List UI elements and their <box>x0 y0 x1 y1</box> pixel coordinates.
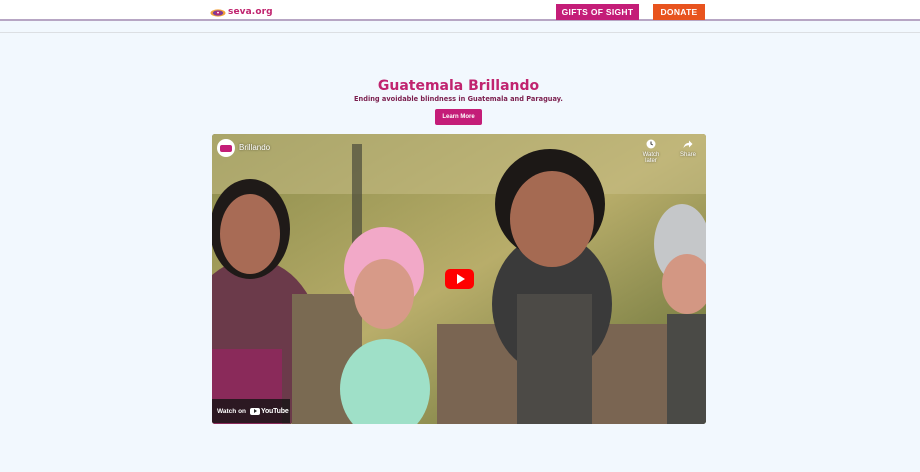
learn-more-button[interactable]: Learn More <box>435 109 482 125</box>
gifts-of-sight-button[interactable]: GIFTS OF SIGHT <box>556 4 639 20</box>
page-title: Guatemala Brillando <box>377 78 540 94</box>
seva-logo[interactable]: seva.org <box>210 6 273 19</box>
eye-logo-icon <box>210 9 226 17</box>
page-subtitle: Ending avoidable blindness in Guatemala … <box>354 95 563 103</box>
share-button[interactable]: Share <box>676 139 700 158</box>
watch-later-label: Watch later <box>642 152 660 164</box>
embedded-video-player[interactable]: Brillando Watch later Share Watch on You… <box>212 134 706 424</box>
header-divider <box>0 32 920 33</box>
youtube-play-mark-icon <box>250 407 261 415</box>
channel-avatar[interactable] <box>217 139 235 157</box>
donate-button[interactable]: DONATE <box>653 4 705 20</box>
top-navigation-bar: seva.org GIFTS OF SIGHT DONATE <box>0 0 920 21</box>
logo-wordmark: seva.org <box>228 7 273 17</box>
youtube-wordmark: YouTube <box>261 407 289 415</box>
play-icon <box>456 274 465 284</box>
share-label: Share <box>679 152 696 158</box>
watch-on-youtube-link[interactable]: Watch on YouTube <box>212 399 290 423</box>
play-button[interactable] <box>445 269 474 289</box>
seva-badge-icon <box>220 144 232 152</box>
youtube-logo-icon: YouTube <box>250 407 289 415</box>
watch-later-button[interactable]: Watch later <box>636 139 666 164</box>
video-title[interactable]: Brillando <box>239 143 270 152</box>
clock-icon <box>646 139 656 149</box>
share-arrow-icon <box>683 140 693 148</box>
watch-on-label: Watch on <box>217 407 247 415</box>
